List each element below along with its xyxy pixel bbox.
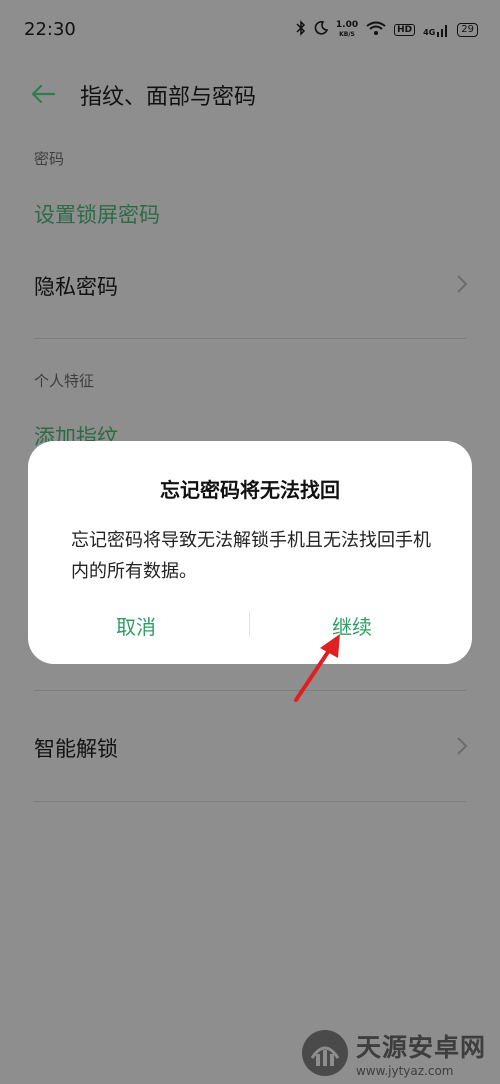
set-lock-password-link[interactable]: 设置锁屏密码	[34, 199, 160, 229]
watermark-name: 天源安卓网	[355, 1033, 486, 1062]
back-arrow-icon[interactable]	[30, 82, 56, 106]
divider	[34, 338, 466, 339]
section-label-personal: 个人特征	[34, 372, 95, 390]
signal-type: 4G	[423, 28, 436, 37]
watermark-url: www.jytyaz.com	[355, 1064, 454, 1078]
dialog-button-divider	[249, 611, 250, 637]
privacy-password-label: 隐私密码	[34, 275, 118, 299]
smart-unlock-label: 智能解锁	[34, 737, 118, 761]
confirm-dialog: 忘记密码将无法找回 忘记密码将导致无法解锁手机且无法找回手机内的所有数据。 取消…	[28, 441, 472, 664]
dialog-message: 忘记密码将导致无法解锁手机且无法找回手机内的所有数据。	[71, 530, 431, 582]
status-icons: 1.00 KB/S HD 4G 29	[296, 20, 478, 40]
divider	[34, 690, 466, 691]
net-speed-unit: KB/S	[339, 31, 355, 38]
divider	[34, 801, 466, 802]
signal-icon	[437, 25, 448, 37]
bluetooth-icon	[296, 20, 306, 40]
cancel-button[interactable]: 取消	[116, 611, 156, 640]
wifi-icon	[366, 21, 386, 39]
net-speed-value: 1.00	[335, 20, 359, 30]
header: 指纹、面部与密码	[0, 70, 500, 118]
network-speed: 1.00 KB/S	[336, 21, 358, 39]
page-title: 指纹、面部与密码	[80, 85, 257, 110]
signal-group: 4G	[423, 23, 449, 37]
annotation-arrow-icon	[294, 634, 340, 702]
watermark: 天源安卓网 www.jytyaz.com	[300, 1028, 486, 1078]
dialog-title: 忘记密码将无法找回	[160, 478, 340, 502]
status-time: 22:30	[24, 19, 76, 40]
chevron-right-icon	[457, 737, 468, 755]
watermark-logo-icon	[301, 1030, 348, 1076]
section-label-password: 密码	[34, 150, 65, 168]
hd-badge: HD	[394, 24, 416, 36]
battery-indicator: 29	[457, 23, 478, 37]
status-bar: 22:30 1.00 KB/S HD 4G 29	[0, 0, 500, 60]
chevron-right-icon	[457, 275, 468, 293]
moon-icon	[314, 21, 329, 39]
